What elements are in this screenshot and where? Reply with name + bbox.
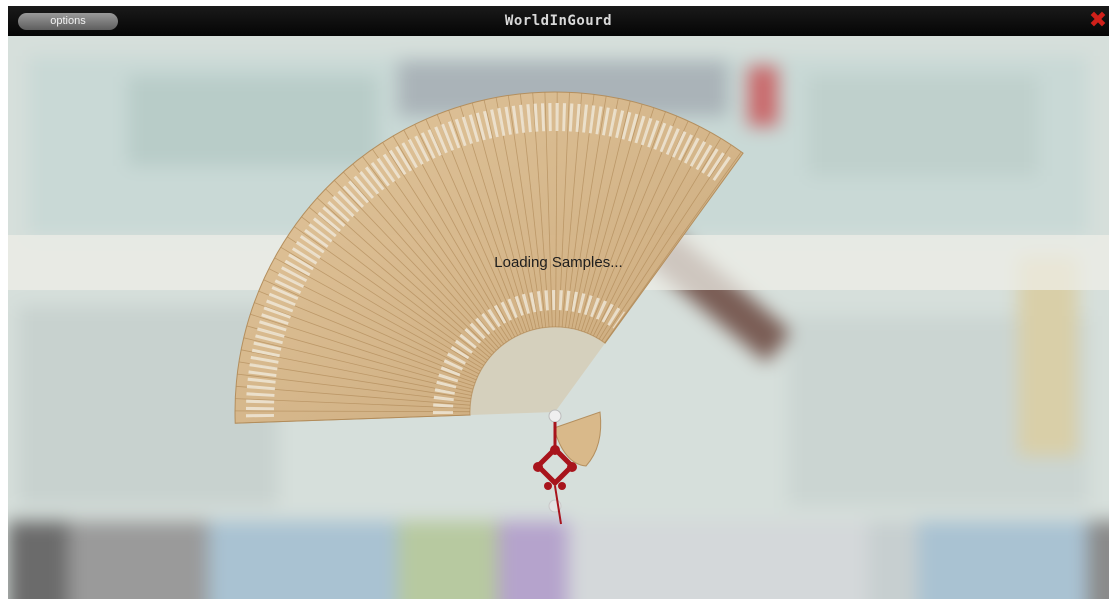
loading-stage: Loading Samples... [8, 36, 1109, 599]
loading-message: Loading Samples... [494, 254, 623, 271]
plugin-window: options WorldInGourd ✖ Loading Samples..… [0, 0, 1109, 599]
fan-illustration [234, 91, 744, 525]
title-bar: options WorldInGourd ✖ [8, 6, 1109, 36]
close-icon[interactable]: ✖ [1087, 10, 1109, 32]
window-title: WorldInGourd [504, 13, 613, 29]
